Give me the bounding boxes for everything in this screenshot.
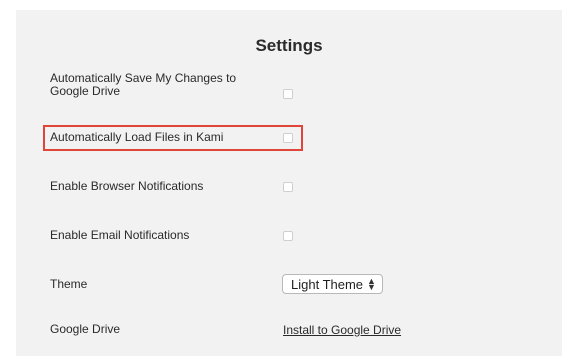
settings-panel: Settings Automatically Save My Changes t… — [16, 10, 562, 356]
auto-save-checkbox[interactable] — [283, 89, 293, 99]
google-drive-label: Google Drive — [50, 322, 121, 336]
auto-load-checkbox[interactable] — [283, 133, 293, 143]
theme-selected-value: Light Theme — [291, 276, 364, 292]
browser-notifications-checkbox[interactable] — [283, 182, 293, 192]
auto-save-label: Automatically Save My Changes to Google … — [50, 71, 237, 98]
theme-select[interactable]: Light Theme ▲ ▼ — [282, 274, 383, 294]
email-notifications-label: Enable Email Notifications — [50, 228, 190, 242]
install-google-drive-link[interactable]: Install to Google Drive — [283, 323, 401, 337]
browser-notifications-label: Enable Browser Notifications — [50, 179, 204, 193]
select-arrows-icon: ▲ ▼ — [367, 276, 376, 292]
settings-title: Settings — [255, 36, 323, 55]
email-notifications-checkbox[interactable] — [283, 231, 293, 241]
auto-load-label: Automatically Load Files in Kami — [50, 130, 224, 144]
theme-label: Theme — [50, 277, 88, 291]
